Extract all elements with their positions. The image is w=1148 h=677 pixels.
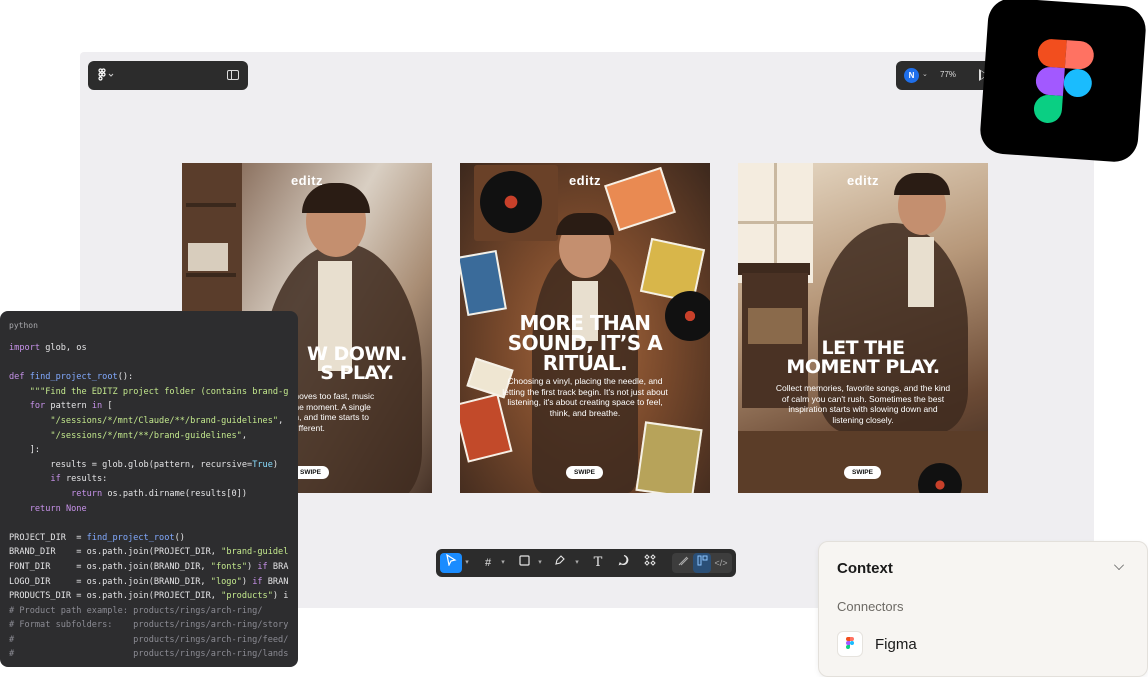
code-line: def find_project_root(): (9, 372, 134, 383)
poster-brand: editz (290, 173, 324, 188)
move-tool-icon[interactable] (440, 553, 462, 573)
avatar[interactable]: N (904, 68, 919, 83)
code-content: import glob, os def find_project_root():… (9, 341, 288, 662)
code-line: "/sessions/*/mnt/**/brand-guidelines", (50, 430, 248, 441)
draw-mode-icon[interactable] (674, 553, 692, 573)
file-toolbar (88, 61, 248, 90)
tools-toolbar: ▾ # ▾ ▾ ▾ T </> (436, 549, 736, 577)
chevron-down-icon[interactable] (1114, 560, 1124, 570)
connector-figma[interactable]: Figma (837, 631, 1137, 657)
frame-tool-icon[interactable]: # (478, 553, 498, 573)
code-language-label: python (9, 321, 38, 330)
connector-label: Figma (875, 636, 917, 653)
code-line: # products/rings/arch-ring/lands (9, 649, 289, 660)
view-toolbar: N ⌄ 77% (896, 61, 996, 90)
code-line: for pattern in [ (29, 401, 113, 412)
code-line: ]: (9, 445, 41, 456)
poster-headline: LET THE MOMENT PLAY. (786, 337, 940, 378)
code-line: PROJECT_DIR = find_project_root() (9, 532, 185, 543)
connectors-heading: Connectors (837, 599, 904, 614)
poster-headline: W DOWN. S PLAY. (306, 343, 408, 384)
chevron-down-icon[interactable]: ▾ (573, 553, 581, 573)
dev-mode-icon[interactable]: </> (712, 553, 730, 573)
text-tool-icon[interactable]: T (588, 553, 608, 573)
components-icon[interactable] (640, 553, 660, 573)
poster-brand: editz (846, 173, 880, 188)
context-panel: Context Connectors Figma (818, 541, 1148, 677)
code-block[interactable]: python import glob, os def find_project_… (0, 311, 298, 667)
context-title: Context (837, 560, 893, 577)
comment-tool-icon[interactable] (614, 553, 634, 573)
chevron-down-icon[interactable]: ⌄ (922, 70, 928, 78)
code-line: """Find the EDITZ project folder (contai… (29, 386, 289, 397)
code-line: BRAND_DIR = os.path.join(PROJECT_DIR, "b… (9, 547, 289, 558)
poster-body: moves too fast, music the moment. A sing… (292, 391, 375, 433)
code-line: "/sessions/*/mnt/Claude/**/brand-guideli… (50, 415, 284, 426)
swipe-button[interactable]: SWIPE (566, 466, 603, 479)
poster-headline: MORE THAN SOUND, IT’S A RITUAL. (507, 311, 663, 375)
code-line: if results: (50, 474, 108, 485)
figma-logo-icon (837, 631, 863, 657)
poster-brand: editz (568, 173, 602, 188)
swipe-button[interactable]: SWIPE (844, 466, 881, 479)
poster-let-moment-play[interactable]: editz LET THE MOMENT PLAY. Collect memor… (738, 163, 988, 493)
code-line: FONT_DIR = os.path.join(BRAND_DIR, "font… (9, 561, 289, 572)
code-line: import glob, os (9, 343, 87, 353)
figma-logo-icon[interactable] (97, 68, 117, 83)
code-line: # Format subfolders: products/rings/arch… (9, 620, 289, 631)
chevron-down-icon[interactable]: ▾ (463, 553, 471, 573)
mode-switcher: </> (672, 553, 732, 573)
chevron-down-icon[interactable]: ▾ (499, 553, 507, 573)
code-line: return os.path.dirname(results[0]) (71, 488, 248, 499)
code-line: LOGO_DIR = os.path.join(BRAND_DIR, "logo… (9, 576, 289, 587)
design-mode-icon[interactable] (693, 553, 711, 573)
figma-app-icon (978, 0, 1148, 164)
code-line: results = glob.glob(pattern, recursive=T… (9, 459, 279, 470)
chevron-down-icon[interactable]: ▾ (536, 553, 544, 573)
code-line: # products/rings/arch-ring/feed/ (9, 634, 289, 645)
zoom-level[interactable]: 77% (940, 70, 956, 79)
poster-ritual[interactable]: editz MORE THAN SOUND, IT’S A RITUAL. Ch… (460, 163, 710, 493)
poster-body: Choosing a vinyl, placing the needle, an… (502, 376, 668, 418)
code-line: PRODUCTS_DIR = os.path.join(PROJECT_DIR,… (9, 591, 289, 602)
rectangle-tool-icon[interactable] (514, 553, 534, 573)
pen-tool-icon[interactable] (550, 553, 570, 573)
poster-body: Collect memories, favorite songs, and th… (775, 383, 951, 425)
code-line: # Product path example: products/rings/a… (9, 605, 263, 616)
panel-toggle-icon[interactable] (227, 70, 239, 80)
code-line: return None (29, 503, 87, 514)
